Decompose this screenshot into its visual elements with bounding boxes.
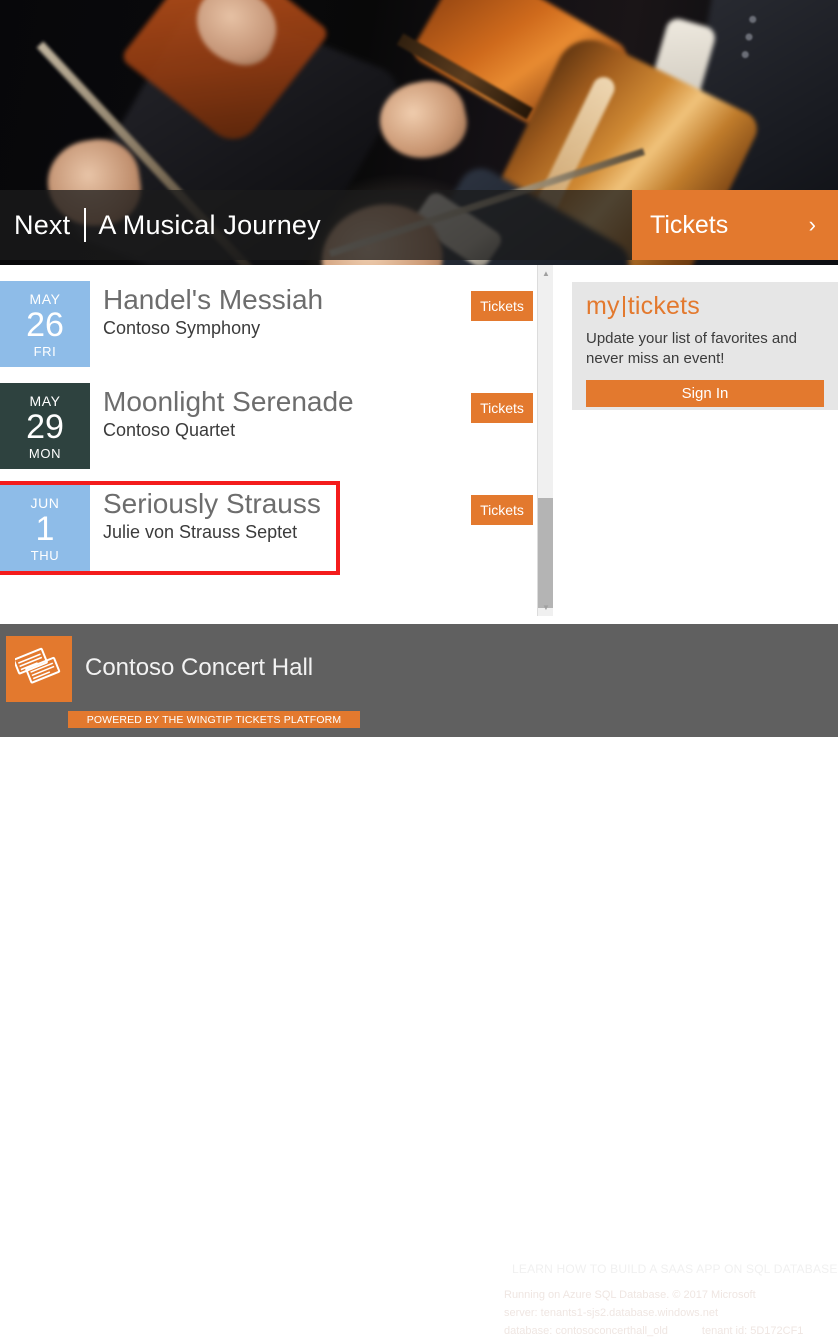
table-row-highlighted[interactable]: JUN 1 THU Seriously Strauss Julie von St… — [0, 481, 533, 575]
sign-in-button[interactable]: Sign In — [586, 379, 824, 407]
hero-divider — [84, 208, 87, 242]
footer-running-on: Running on Azure SQL Database. © 2017 Mi… — [504, 1289, 756, 1301]
scroll-down-icon[interactable]: ▼ — [538, 599, 553, 616]
hero-next-label: Next — [14, 209, 71, 240]
scroll-up-icon[interactable]: ▲ — [538, 265, 553, 282]
hero-tickets-button[interactable]: Tickets › — [632, 190, 838, 260]
hero-event-title: A Musical Journey — [98, 209, 321, 240]
table-row[interactable]: MAY 26 FRI Handel's Messiah Contoso Symp… — [0, 281, 537, 367]
footer-database: database: contosoconcerthall_old — [504, 1324, 668, 1337]
my-tickets-logo-tickets: tickets — [627, 292, 700, 320]
date-day: 29 — [26, 407, 64, 446]
table-row[interactable]: MAY 29 MON Moonlight Serenade Contoso Qu… — [0, 383, 537, 469]
date-month: MAY — [29, 392, 61, 409]
hero-next-event-info: Next A Musical Journey — [0, 190, 632, 260]
hero-tickets-label: Tickets — [650, 210, 729, 239]
tickets-button[interactable]: Tickets — [471, 495, 533, 525]
tickets-icon — [6, 636, 72, 702]
date-dow: MON — [28, 445, 62, 461]
footer-server: server: tenants1-sjs2.database.windows.n… — [504, 1306, 719, 1319]
my-tickets-panel: my tickets Update your list of favorites… — [572, 282, 838, 410]
event-artist: Contoso Quartet — [103, 420, 236, 441]
event-artist: Julie von Strauss Septet — [103, 522, 298, 543]
date-dow: THU — [30, 547, 60, 563]
footer-brand: Contoso Concert Hall — [85, 654, 314, 681]
date-tile: MAY 29 MON — [0, 383, 90, 469]
footer-db-line: database: contosoconcerthall_old tenant i… — [504, 1323, 803, 1340]
my-tickets-description: Update your list of favorites and never … — [586, 330, 797, 367]
page-footer: Contoso Concert Hall POWERED BY THE WING… — [0, 624, 838, 1337]
my-tickets-logo-divider — [622, 296, 625, 317]
event-artist: Contoso Symphony — [103, 318, 261, 339]
date-month: MAY — [29, 290, 61, 307]
chevron-right-icon: › — [808, 212, 816, 237]
footer-tenant-id: tenant id: 5D172CF1 — [701, 1324, 804, 1337]
tickets-button[interactable]: Tickets — [471, 393, 533, 423]
event-info: Seriously Strauss Julie von Strauss Sept… — [90, 485, 336, 543]
hero-banner: Next A Musical Journey Tickets › — [0, 0, 838, 265]
date-month: JUN — [30, 494, 60, 511]
date-day: 26 — [26, 305, 64, 344]
events-pane: TUE MAY 26 FRI Handel's Messiah Contoso … — [0, 265, 553, 624]
event-info: Handel's Messiah Contoso Symphony — [90, 281, 537, 339]
my-tickets-logo: my tickets — [586, 292, 824, 321]
date-dow: FRI — [33, 343, 57, 359]
date-tile: MAY 26 FRI — [0, 281, 90, 367]
date-day: 1 — [35, 509, 55, 548]
learn-more-link[interactable]: LEARN HOW TO BUILD A SAAS APP ON SQL DAT… — [512, 1262, 838, 1276]
powered-by-badge: POWERED BY THE WINGTIP TICKETS PLATFORM — [68, 711, 360, 728]
event-info: Moonlight Serenade Contoso Quartet — [90, 383, 537, 441]
tickets-button[interactable]: Tickets — [471, 291, 533, 321]
footer-metadata: Running on Azure SQL Database. © 2017 Mi… — [504, 1287, 803, 1340]
events-list: TUE MAY 26 FRI Handel's Messiah Contoso … — [0, 265, 537, 587]
event-name: Seriously Strauss — [103, 488, 321, 519]
my-tickets-logo-my: my — [586, 292, 620, 320]
events-scrollbar[interactable]: ▲ ▼ — [537, 265, 553, 616]
date-tile: JUN 1 THU — [0, 485, 90, 571]
scrollbar-thumb[interactable] — [538, 498, 553, 608]
main-content: TUE MAY 26 FRI Handel's Messiah Contoso … — [0, 265, 838, 624]
hero-next-event-bar: Next A Musical Journey Tickets › — [0, 190, 838, 260]
